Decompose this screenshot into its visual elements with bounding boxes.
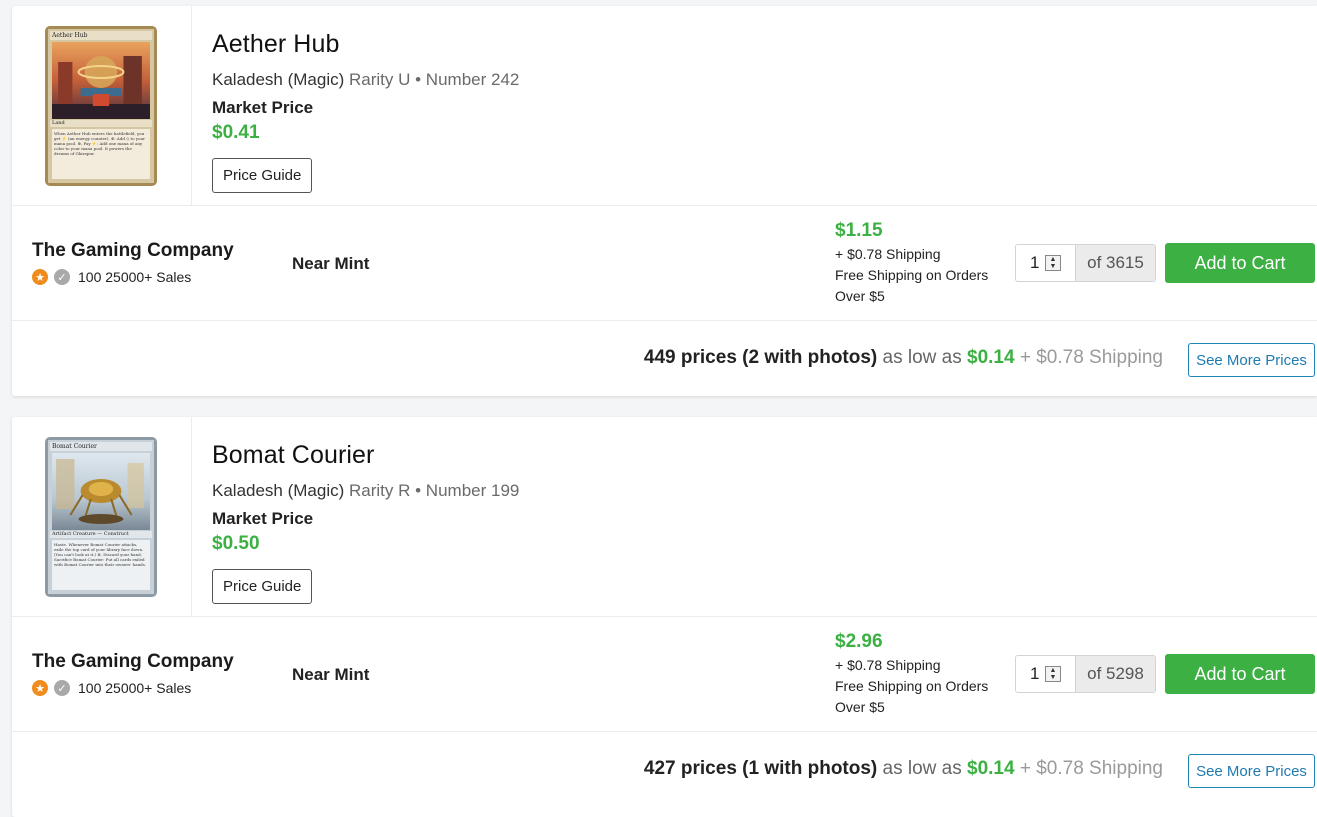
add-to-cart-button[interactable]: Add to Cart xyxy=(1165,654,1315,694)
listing-price: $2.96 xyxy=(835,631,883,652)
product-set: Kaladesh (Magic) xyxy=(212,481,345,500)
gold-star-icon: ★ xyxy=(32,680,48,696)
as-low-as-label: as low as xyxy=(882,758,962,779)
quantity-input[interactable]: 1 ▲ ▼ xyxy=(1016,656,1076,692)
condition: Near Mint xyxy=(292,665,370,684)
card-frame: Aether Hub Land When Aether Hub enters t… xyxy=(45,26,157,186)
card-type-line: Land xyxy=(50,120,152,127)
card-frame: Bomat Courier Artifact Creature — Constr… xyxy=(45,437,157,597)
price-guide-button[interactable]: Price Guide xyxy=(212,158,313,193)
card-type-line: Artifact Creature — Construct xyxy=(50,531,152,538)
free-shipping-note: Free Shipping on Orders Over $5 xyxy=(835,678,989,715)
see-more-prices-button[interactable]: See More Prices xyxy=(1188,754,1315,788)
listing-price-block: $2.96 + $0.78 Shipping Free Shipping on … xyxy=(835,631,1000,718)
more-prices-row: 427 prices (1 with photos) as low as $0.… xyxy=(12,732,1317,808)
product-name[interactable]: Aether Hub xyxy=(212,30,519,59)
product-image[interactable]: Bomat Courier Artifact Creature — Constr… xyxy=(45,437,157,597)
product-info: Aether Hub Kaladesh (Magic) Rarity U • N… xyxy=(212,30,519,144)
lowest-price: $0.14 xyxy=(967,347,1015,368)
card-title-bar: Aether Hub xyxy=(50,31,152,40)
verified-check-icon: ✓ xyxy=(54,269,70,285)
price-guide-button[interactable]: Price Guide xyxy=(212,569,313,604)
see-more-prices-button[interactable]: See More Prices xyxy=(1188,343,1315,377)
market-price-label: Market Price xyxy=(212,509,314,528)
as-low-as-label: as low as xyxy=(882,347,962,368)
listing-row: The Gaming Company ★ ✓ 100 25000+ Sales … xyxy=(12,617,1317,732)
product-card-bomat-courier: Bomat Courier Artifact Creature — Constr… xyxy=(12,417,1317,817)
quantity-input[interactable]: 1 ▲ ▼ xyxy=(1016,245,1076,281)
quantity-stepper-icon[interactable]: ▲ ▼ xyxy=(1045,666,1061,682)
card-title-bar: Bomat Courier xyxy=(50,442,152,451)
product-thumbnail-column: Aether Hub Land When Aether Hub enters t… xyxy=(12,6,192,205)
product-rarity-number: Rarity R • Number 199 xyxy=(349,481,520,500)
product-image[interactable]: Aether Hub Land When Aether Hub enters t… xyxy=(45,26,157,186)
listing-price: $1.15 xyxy=(835,220,883,241)
quantity-value: 1 xyxy=(1030,664,1040,683)
product-meta: Kaladesh (Magic) Rarity R • Number 199 xyxy=(212,481,519,501)
seller-name[interactable]: The Gaming Company xyxy=(32,651,234,673)
listing-shipping: + $0.78 Shipping xyxy=(835,657,941,673)
free-shipping-note: Free Shipping on Orders Over $5 xyxy=(835,267,989,304)
quantity-selector: 1 ▲ ▼ of 3615 xyxy=(1015,244,1156,282)
market-price: $0.50 xyxy=(212,533,260,554)
more-prices-summary: 427 prices (1 with photos) as low as $0.… xyxy=(644,758,1163,780)
card-rules-text: Haste. Whenever Bomat Courier attacks, e… xyxy=(52,540,150,590)
lowest-price-shipping: + $0.78 Shipping xyxy=(1019,758,1163,779)
quantity-selector: 1 ▲ ▼ of 5298 xyxy=(1015,655,1156,693)
product-card-aether-hub: Aether Hub Land When Aether Hub enters t… xyxy=(12,6,1317,396)
more-prices-summary: 449 prices (2 with photos) as low as $0.… xyxy=(644,347,1163,369)
prices-count[interactable]: 449 prices (2 with photos) xyxy=(644,347,877,368)
market-price-label: Market Price xyxy=(212,98,314,117)
seller-info: The Gaming Company ★ ✓ 100 25000+ Sales xyxy=(32,240,234,285)
seller-name[interactable]: The Gaming Company xyxy=(32,240,234,262)
product-meta: Kaladesh (Magic) Rarity U • Number 242 xyxy=(212,70,519,90)
card-artwork xyxy=(52,453,150,530)
listing-row: The Gaming Company ★ ✓ 100 25000+ Sales … xyxy=(12,206,1317,321)
card-inner: Aether Hub Land When Aether Hub enters t… xyxy=(48,29,154,183)
product-thumbnail-column: Bomat Courier Artifact Creature — Constr… xyxy=(12,417,192,616)
product-header: Bomat Courier Artifact Creature — Constr… xyxy=(12,417,1317,617)
quantity-available: of 3615 xyxy=(1076,245,1155,281)
quantity-value: 1 xyxy=(1030,253,1040,272)
seller-info: The Gaming Company ★ ✓ 100 25000+ Sales xyxy=(32,651,234,696)
lowest-price: $0.14 xyxy=(967,758,1015,779)
card-inner: Bomat Courier Artifact Creature — Constr… xyxy=(48,440,154,594)
verified-check-icon: ✓ xyxy=(54,680,70,696)
listing-price-block: $1.15 + $0.78 Shipping Free Shipping on … xyxy=(835,220,1000,307)
card-rules-text: When Aether Hub enters the battlefield, … xyxy=(52,129,150,179)
seller-stats: 100 25000+ Sales xyxy=(78,269,192,285)
product-info: Bomat Courier Kaladesh (Magic) Rarity R … xyxy=(212,441,519,555)
seller-stats: 100 25000+ Sales xyxy=(78,680,192,696)
more-prices-row: 449 prices (2 with photos) as low as $0.… xyxy=(12,321,1317,397)
seller-stats-row: ★ ✓ 100 25000+ Sales xyxy=(32,269,234,285)
quantity-stepper-icon[interactable]: ▲ ▼ xyxy=(1045,255,1061,271)
product-name[interactable]: Bomat Courier xyxy=(212,441,519,470)
card-artwork xyxy=(52,42,150,119)
lowest-price-shipping: + $0.78 Shipping xyxy=(1019,347,1163,368)
add-to-cart-button[interactable]: Add to Cart xyxy=(1165,243,1315,283)
prices-count[interactable]: 427 prices (1 with photos) xyxy=(644,758,877,779)
quantity-available: of 5298 xyxy=(1076,656,1155,692)
product-rarity-number: Rarity U • Number 242 xyxy=(349,70,520,89)
listing-shipping: + $0.78 Shipping xyxy=(835,246,941,262)
product-header: Aether Hub Land When Aether Hub enters t… xyxy=(12,6,1317,206)
condition: Near Mint xyxy=(292,254,370,273)
market-price: $0.41 xyxy=(212,122,260,143)
product-set: Kaladesh (Magic) xyxy=(212,70,345,89)
gold-star-icon: ★ xyxy=(32,269,48,285)
seller-stats-row: ★ ✓ 100 25000+ Sales xyxy=(32,680,234,696)
